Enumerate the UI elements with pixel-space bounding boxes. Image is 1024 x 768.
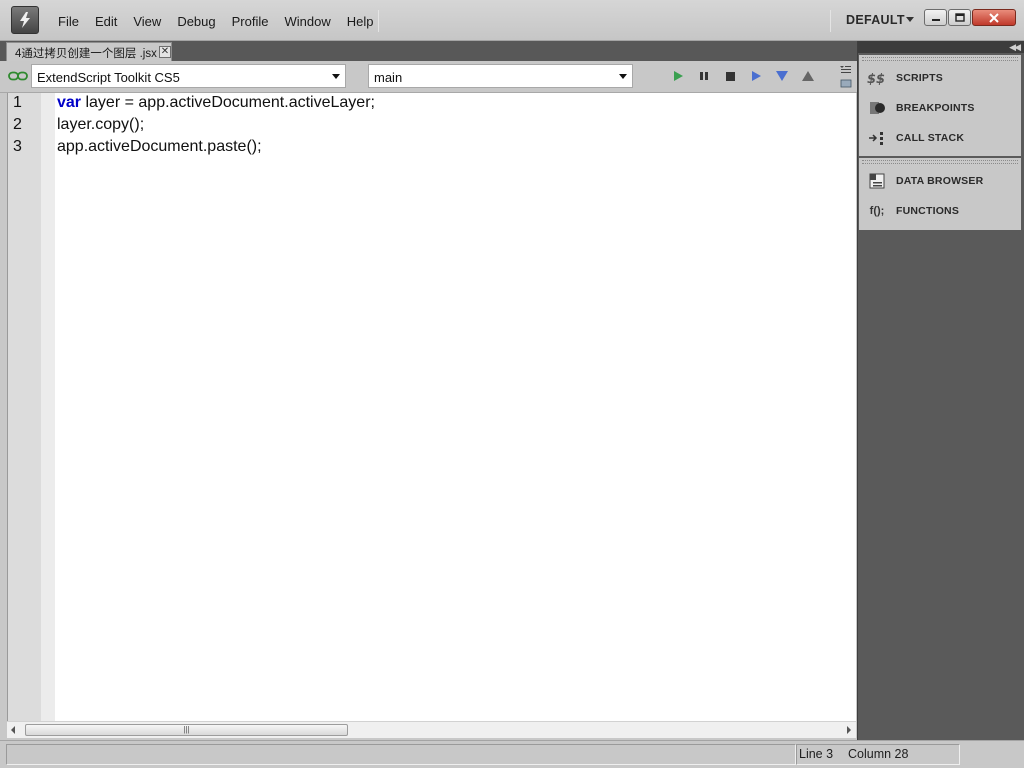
run-button[interactable]	[671, 69, 685, 83]
step-into-button[interactable]	[775, 69, 789, 83]
code-text: layer = app.activeDocument.activeLayer;	[81, 94, 375, 111]
menu-window[interactable]: Window	[284, 14, 330, 29]
debug-toolbar: ExtendScript Toolkit CS5 main	[0, 61, 857, 93]
panel-tab-call-stack[interactable]: CALL STACK	[859, 123, 1021, 153]
panel-label: BREAKPOINTS	[896, 102, 975, 114]
call-stack-icon	[867, 129, 887, 147]
line-number: 3	[13, 138, 22, 155]
menu-help[interactable]: Help	[347, 14, 374, 29]
target-application-value: ExtendScript Toolkit CS5	[37, 70, 180, 85]
step-over-icon	[752, 71, 761, 81]
menu-debug[interactable]: Debug	[177, 14, 215, 29]
close-icon	[989, 12, 999, 23]
collapse-panels-icon[interactable]: ◀◀	[1009, 42, 1021, 53]
svg-text:$$: $$	[867, 72, 885, 86]
function-select[interactable]: main	[368, 64, 633, 88]
menu-bar: File Edit View Debug Profile Window Help	[58, 14, 389, 29]
close-window-button[interactable]	[972, 9, 1016, 26]
menu-view[interactable]: View	[133, 14, 161, 29]
stop-button[interactable]	[723, 69, 737, 83]
code-text: layer.copy();	[57, 116, 145, 133]
panel-grip[interactable]	[862, 160, 1018, 164]
code-line[interactable]: app.activeDocument.paste();	[57, 138, 262, 156]
scroll-right-icon[interactable]	[847, 726, 851, 734]
step-over-button[interactable]	[749, 69, 763, 83]
status-column: Column 28	[848, 747, 909, 761]
panel-label: SCRIPTS	[896, 72, 943, 84]
chevron-down-icon	[619, 74, 627, 79]
status-message	[6, 744, 796, 765]
panel-dock-header: ◀◀	[858, 41, 1024, 53]
scroll-left-icon[interactable]	[11, 726, 15, 734]
minimize-icon	[931, 18, 940, 21]
panel-label: DATA BROWSER	[896, 175, 984, 187]
menu-edit[interactable]: Edit	[95, 14, 117, 29]
panel-label: FUNCTIONS	[896, 205, 960, 217]
play-icon	[674, 71, 683, 81]
code-editor[interactable]: 1 var layer = app.activeDocument.activeL…	[7, 93, 856, 721]
panel-grip[interactable]	[862, 57, 1018, 61]
scrollbar-thumb[interactable]: |||	[25, 724, 348, 736]
stop-icon	[726, 72, 735, 81]
pause-icon	[700, 72, 708, 80]
step-out-button[interactable]	[801, 69, 815, 83]
line-number: 2	[13, 116, 22, 133]
function-value: main	[374, 70, 403, 85]
pause-button[interactable]	[697, 69, 711, 83]
document-tab-bar: 4通过拷贝创建一个图层 .jsx ✕	[0, 41, 857, 61]
code-line[interactable]: layer.copy();	[57, 116, 144, 134]
breakpoints-icon	[867, 99, 887, 117]
panel-menu-icon[interactable]	[838, 64, 852, 90]
horizontal-scrollbar[interactable]: |||	[7, 721, 856, 738]
document-tab-title: 4通过拷贝创建一个图层 .jsx	[15, 48, 157, 60]
panel-dock: ◀◀ $$ SCRIPTS BREAKPOINTS CALL STACK DAT…	[857, 41, 1024, 740]
document-tab[interactable]: 4通过拷贝创建一个图层 .jsx ✕	[6, 42, 172, 61]
step-out-icon	[802, 71, 814, 81]
code-line[interactable]: var layer = app.activeDocument.activeLay…	[57, 94, 375, 112]
panel-label: CALL STACK	[896, 132, 965, 144]
breakpoint-margin[interactable]	[41, 93, 55, 721]
data-browser-icon	[867, 172, 887, 190]
workspace-divider	[830, 10, 831, 32]
title-bar: File Edit View Debug Profile Window Help…	[0, 0, 1024, 41]
panel-tab-scripts[interactable]: $$ SCRIPTS	[859, 63, 1021, 93]
panel-group-data: DATA BROWSER f(); FUNCTIONS	[859, 158, 1021, 230]
panel-tab-breakpoints[interactable]: BREAKPOINTS	[859, 93, 1021, 123]
target-application-select[interactable]: ExtendScript Toolkit CS5	[31, 64, 346, 88]
panel-tab-functions[interactable]: f(); FUNCTIONS	[859, 196, 1021, 226]
panel-group-debug: $$ SCRIPTS BREAKPOINTS CALL STACK	[859, 55, 1021, 156]
cursor-position: Line 3 Column 28	[796, 744, 960, 765]
chevron-down-icon	[332, 74, 340, 79]
restore-icon	[954, 13, 965, 22]
menu-profile[interactable]: Profile	[232, 14, 269, 29]
menu-divider	[378, 10, 379, 32]
restore-button[interactable]	[948, 9, 971, 26]
panel-tab-data-browser[interactable]: DATA BROWSER	[859, 166, 1021, 196]
scripts-icon: $$	[867, 69, 887, 87]
line-number-gutter	[8, 93, 41, 721]
workspace-switcher[interactable]: DEFAULT	[846, 13, 905, 27]
status-bar: Line 3 Column 28	[0, 740, 1024, 768]
chevron-down-icon[interactable]	[906, 17, 914, 22]
menu-file[interactable]: File	[58, 14, 79, 29]
app-logo-icon[interactable]	[11, 6, 39, 34]
functions-icon: f();	[869, 205, 885, 217]
line-number: 1	[13, 94, 22, 111]
minimize-button[interactable]	[924, 9, 947, 26]
code-keyword: var	[57, 94, 82, 111]
close-tab-icon[interactable]: ✕	[159, 46, 171, 58]
status-line: Line 3	[799, 747, 834, 761]
step-into-icon	[776, 71, 788, 81]
code-text: app.activeDocument.paste();	[57, 138, 262, 155]
link-icon[interactable]	[8, 71, 28, 81]
